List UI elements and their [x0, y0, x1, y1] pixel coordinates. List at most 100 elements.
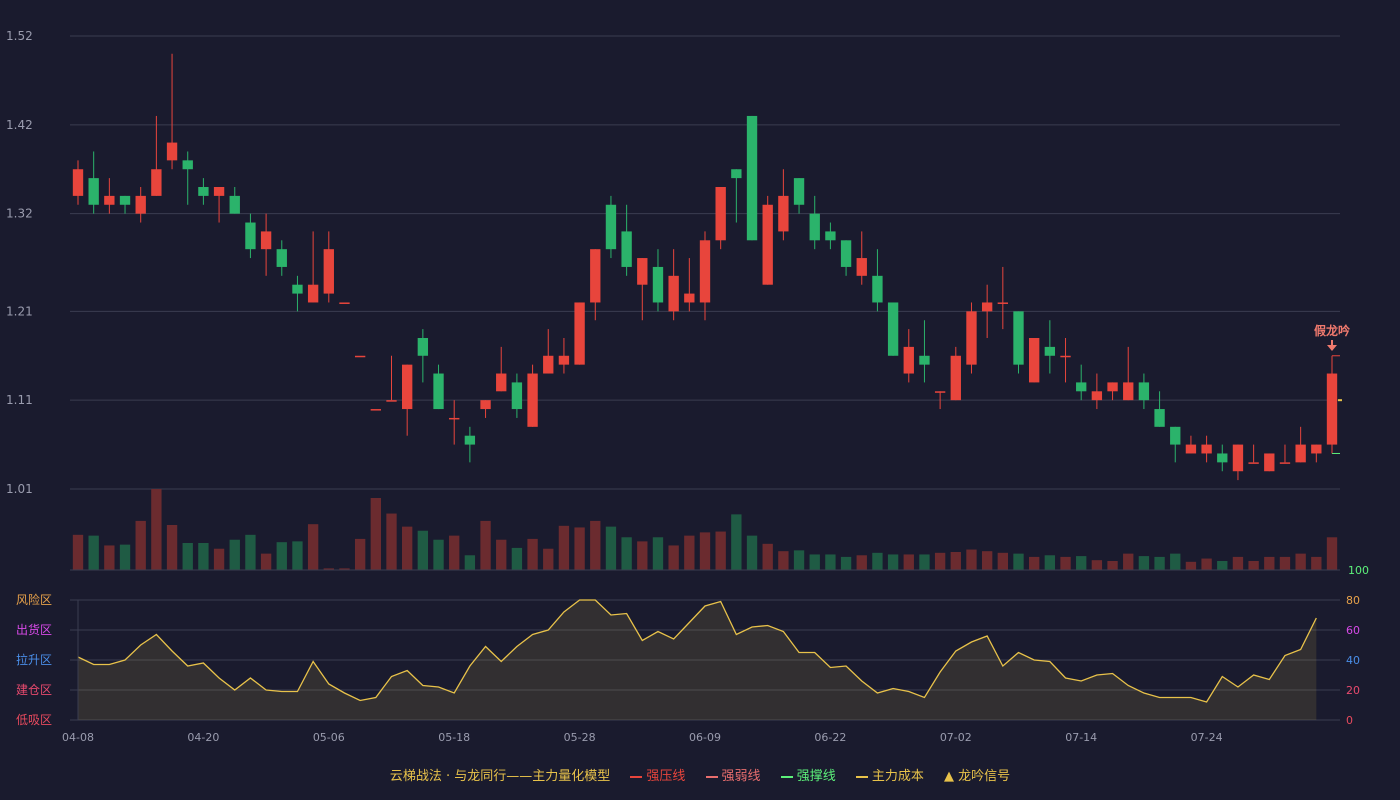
- volume-bar: [590, 520, 601, 570]
- legend-item-dragon-signal[interactable]: ▲ 龙吟信号: [944, 769, 1010, 784]
- legend-item-strong-support[interactable]: 强撑线: [780, 769, 836, 784]
- legend-dashed-line-icon: [855, 775, 868, 778]
- candle-body: [464, 435, 476, 445]
- volume-bar: [746, 535, 758, 570]
- candle-body: [1044, 346, 1056, 356]
- volume-bar: [402, 526, 413, 570]
- candle-body: [840, 240, 852, 267]
- volume-bar: [934, 552, 946, 570]
- candle-body: [1248, 462, 1259, 464]
- volume-bar: [1232, 556, 1244, 570]
- y-tick-label: 80: [1346, 594, 1360, 607]
- x-tick-label: 04-08: [62, 731, 94, 744]
- candle-body: [1029, 338, 1040, 383]
- candle-body: [88, 178, 99, 205]
- candle-body: [245, 222, 256, 250]
- volume-bar: [793, 550, 805, 570]
- volume-bar: [229, 539, 240, 570]
- arrow-down-icon: [1327, 345, 1337, 351]
- volume-bar: [151, 489, 162, 570]
- candle-body: [699, 240, 711, 303]
- candle-body: [668, 275, 679, 312]
- candle-body: [621, 231, 632, 267]
- volume-bar: [872, 552, 883, 570]
- y-tick-label: 1.42: [6, 118, 33, 132]
- candle-body: [449, 417, 460, 420]
- candle-body: [307, 284, 319, 303]
- candle-body: [292, 284, 303, 294]
- volume-bar: [511, 547, 523, 570]
- candle-body: [370, 409, 381, 411]
- legend-item-main-cost[interactable]: 主力成本: [855, 769, 924, 784]
- volume-bar: [1185, 561, 1197, 570]
- volume-bar: [731, 514, 742, 570]
- volume-bar: [903, 554, 914, 570]
- volume-bar: [919, 554, 930, 570]
- candle-body: [856, 258, 867, 276]
- volume-bar: [88, 535, 99, 570]
- volume-bar: [605, 526, 617, 570]
- candle-body: [213, 187, 225, 196]
- y-tick-label: 1.21: [6, 304, 33, 318]
- candle-body: [527, 373, 538, 427]
- volume-bar: [1264, 556, 1275, 570]
- candle-body: [887, 302, 899, 356]
- candle-body: [715, 187, 726, 241]
- candle-body: [746, 115, 758, 241]
- x-tick-label: 04-20: [187, 731, 219, 744]
- candle-body: [496, 373, 507, 392]
- volume-bar: [245, 534, 256, 570]
- candle-body: [793, 178, 805, 205]
- x-tick-label: 07-24: [1191, 731, 1223, 744]
- volume-bar: [637, 541, 648, 570]
- candle-body: [825, 231, 836, 241]
- candle-body: [652, 266, 664, 303]
- candle-body: [1123, 382, 1134, 401]
- candle-body: [1326, 373, 1338, 445]
- volume-bar: [104, 545, 115, 570]
- volume-bar: [1295, 553, 1306, 570]
- x-tick-label: 06-22: [814, 731, 846, 744]
- candle-body: [1138, 382, 1150, 401]
- zone-label: 出货区: [16, 622, 52, 637]
- x-tick-label: 05-06: [313, 731, 345, 744]
- zone-label: 建仓区: [16, 683, 52, 697]
- volume-bar: [1138, 556, 1150, 570]
- volume-bar: [1201, 558, 1212, 570]
- volume-bar: [1076, 556, 1087, 570]
- candle-body: [511, 382, 523, 410]
- zone-label: 风险区: [16, 592, 52, 607]
- volume-bar: [354, 538, 366, 570]
- zone-label: 拉升区: [16, 652, 52, 667]
- volume-bar: [1326, 537, 1338, 570]
- y-tick-label: 1.01: [6, 482, 33, 496]
- candle-body: [684, 293, 695, 303]
- candle-body: [605, 204, 617, 250]
- volume-bar: [417, 530, 429, 570]
- volume-axis-label: 100: [1348, 564, 1369, 577]
- volume-bar: [1091, 560, 1103, 570]
- candle-body: [1311, 444, 1322, 454]
- volume-bar: [480, 520, 491, 570]
- candle-body: [182, 160, 193, 170]
- volume-bar: [997, 552, 1008, 570]
- x-tick-label: 05-18: [438, 731, 470, 744]
- annotation-label: 假龙吟: [1314, 323, 1350, 338]
- candle-body: [323, 249, 334, 294]
- volume-bar: [464, 555, 476, 570]
- candle-body: [731, 169, 742, 179]
- volume-bar: [182, 543, 193, 570]
- volume-bar: [496, 539, 507, 570]
- legend-item-strong-pressure[interactable]: 强压线: [630, 769, 685, 784]
- x-tick-label: 06-09: [689, 731, 721, 744]
- volume-bar: [543, 548, 554, 570]
- volume-bar: [762, 543, 773, 570]
- candle-body: [1154, 409, 1165, 427]
- candle-body: [1264, 453, 1275, 472]
- candle-body: [872, 275, 883, 303]
- volume-bar: [778, 551, 789, 570]
- volume-bar: [574, 527, 585, 570]
- y-tick-label: 1.32: [6, 207, 33, 221]
- candle-body: [1232, 444, 1244, 472]
- legend-item-strong-weak[interactable]: 强弱线: [705, 769, 761, 784]
